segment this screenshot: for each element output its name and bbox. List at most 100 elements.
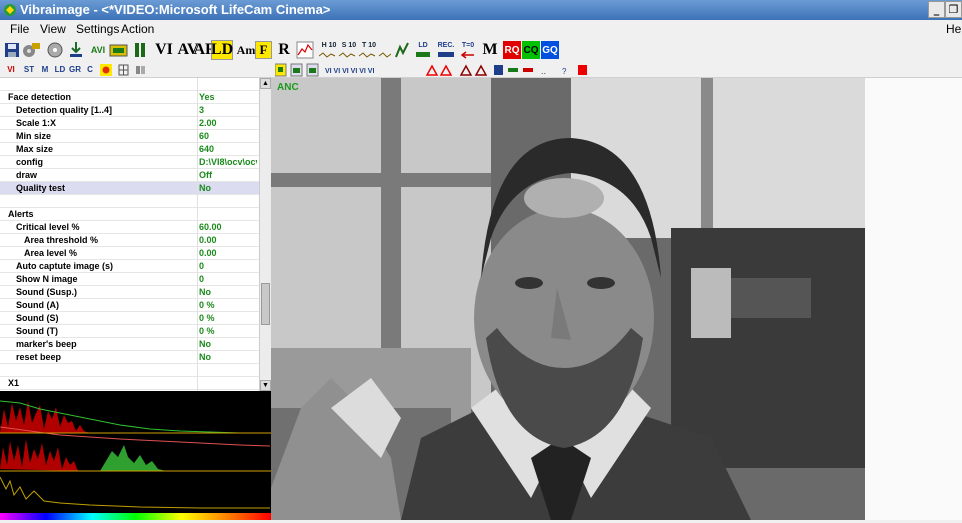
settings-row[interactable]: Show N image 0	[0, 273, 259, 286]
scroll-down-icon[interactable]: ▼	[260, 380, 271, 391]
rec-button[interactable]: REC.	[436, 40, 456, 50]
settings-row[interactable]: Sound (S) 0 %	[0, 312, 259, 325]
ld-button[interactable]: LD	[211, 40, 233, 60]
settings-row-value[interactable]: 0.00	[199, 248, 257, 258]
settings-row-value[interactable]: Yes	[199, 92, 257, 102]
gr-small-button[interactable]: GR	[69, 64, 81, 75]
settings-row-value[interactable]: 60	[199, 131, 257, 141]
settings-row[interactable]: Min size 60	[0, 130, 259, 143]
layers-icon[interactable]	[135, 64, 146, 76]
scroll-thumb[interactable]	[261, 283, 270, 325]
menu-help[interactable]: Hel	[946, 22, 962, 36]
save-icon[interactable]	[4, 42, 20, 58]
t0-button[interactable]: T=0	[459, 40, 477, 50]
settings-row-value[interactable]: 2.00	[199, 118, 257, 128]
r-button[interactable]: R	[277, 40, 291, 60]
settings-row[interactable]: config D:\VI8\ocv\ocv_	[0, 156, 259, 169]
column-separator	[197, 78, 198, 391]
settings-row-value[interactable]: 0 %	[199, 313, 257, 323]
settings-row[interactable]: Scale 1:X 2.00	[0, 117, 259, 130]
settings-row[interactable]: Sound (A) 0 %	[0, 299, 259, 312]
menu-settings[interactable]: Settings	[76, 22, 119, 36]
settings-row[interactable]: Sound (T) 0 %	[0, 325, 259, 338]
menu-action[interactable]: Action	[121, 22, 154, 36]
grid-icon[interactable]	[118, 64, 129, 76]
svg-text:VI VI VI VI VI VI: VI VI VI VI VI VI	[325, 68, 374, 75]
settings-row-value[interactable]: 0	[199, 274, 257, 284]
camera-icon[interactable]	[109, 41, 128, 59]
menu-view[interactable]: View	[40, 22, 66, 36]
settings-row[interactable]: reset beep No	[0, 351, 259, 364]
h10-button[interactable]: H 10	[319, 40, 339, 51]
pause-icon[interactable]	[134, 42, 146, 58]
f-button[interactable]: F	[255, 41, 272, 59]
settings-row-value[interactable]: 0	[199, 261, 257, 271]
settings-row-value[interactable]: 640	[199, 144, 257, 154]
download-icon[interactable]	[68, 41, 84, 59]
settings-row[interactable]: Quality test No	[0, 182, 259, 195]
settings-row[interactable]: Max size 640	[0, 143, 259, 156]
settings-row-value[interactable]: Off	[199, 170, 257, 180]
settings-scrollbar[interactable]: ▲ ▼	[259, 78, 271, 391]
secondary-toolbar: VI ST M LD GR C VI VI VI VI VI VI .. ?	[0, 62, 962, 78]
restore-button[interactable]: ❐	[945, 1, 962, 18]
settings-row-value[interactable]: No	[199, 352, 257, 362]
settings-row-value[interactable]: 3	[199, 105, 257, 115]
settings-row-value[interactable]: 0 %	[199, 326, 257, 336]
minimize-button[interactable]: _	[928, 1, 945, 18]
settings-row-name: Area threshold %	[24, 235, 99, 245]
chart-icon[interactable]	[296, 41, 314, 59]
c-small-button[interactable]: C	[86, 64, 94, 75]
ld-small-toggle[interactable]: LD	[54, 64, 66, 75]
vi-small-button[interactable]: VI	[5, 64, 17, 75]
am-button[interactable]: Am	[236, 40, 256, 60]
settings-row-name: Sound (Susp.)	[16, 287, 77, 297]
svg-text:?: ?	[562, 67, 567, 76]
settings-row[interactable]: X1	[0, 377, 259, 390]
settings-row-value[interactable]: D:\VI8\ocv\ocv_	[199, 157, 257, 167]
scroll-up-icon[interactable]: ▲	[260, 78, 271, 89]
settings-row-name: Sound (A)	[16, 300, 59, 310]
settings-row[interactable]: Detection quality [1..4] 3	[0, 104, 259, 117]
settings-row[interactable]: Sound (Susp.) No	[0, 286, 259, 299]
settings-row[interactable]: Critical level % 60.00	[0, 221, 259, 234]
s10-button[interactable]: S 10	[339, 40, 359, 51]
settings-row[interactable]: draw Off	[0, 169, 259, 182]
record-disc-icon[interactable]	[46, 41, 64, 59]
ld-small-button[interactable]: LD	[416, 40, 430, 50]
settings-row[interactable]: Area level % 0.00	[0, 247, 259, 260]
settings-row-name: config	[16, 157, 43, 167]
face-target-icon[interactable]	[100, 64, 112, 76]
app-icon	[4, 4, 16, 16]
cq-button[interactable]: CQ	[522, 41, 540, 59]
vi-button[interactable]: VI	[153, 40, 175, 60]
gq-button[interactable]: GQ	[541, 41, 559, 59]
avi-button[interactable]: AVI	[88, 43, 108, 57]
graph-line-lower	[0, 476, 270, 509]
settings-row-value[interactable]: 0.00	[199, 235, 257, 245]
settings-row[interactable]	[0, 195, 259, 208]
settings-row-value[interactable]: No	[199, 183, 257, 193]
settings-row[interactable]: Alerts	[0, 208, 259, 221]
settings-row[interactable]: Auto captute image (s) 0	[0, 260, 259, 273]
settings-row[interactable]: marker's beep No	[0, 338, 259, 351]
settings-row-name: Detection quality [1..4]	[16, 105, 113, 115]
settings-row-value[interactable]: 60.00	[199, 222, 257, 232]
mode-icons-strip[interactable]: VI VI VI VI VI VI .. ?	[275, 63, 605, 77]
m-button[interactable]: M	[482, 40, 498, 60]
settings-row-value[interactable]: No	[199, 287, 257, 297]
open-video-icon[interactable]	[22, 41, 42, 59]
t10-button[interactable]: T 10	[359, 40, 379, 51]
signal-icon[interactable]	[395, 41, 409, 59]
graph-plot	[0, 400, 271, 520]
settings-row[interactable]	[0, 364, 259, 377]
settings-row[interactable]: Face detection Yes	[0, 91, 259, 104]
st-small-button[interactable]: ST	[23, 64, 35, 75]
m-small-button[interactable]: M	[40, 64, 50, 75]
menu-file[interactable]: File	[10, 22, 29, 36]
settings-row-value[interactable]: No	[199, 339, 257, 349]
settings-row[interactable]: Area threshold % 0.00	[0, 234, 259, 247]
settings-row-value[interactable]: 0 %	[199, 300, 257, 310]
settings-row[interactable]	[0, 78, 259, 91]
rq-button[interactable]: RQ	[503, 41, 521, 59]
